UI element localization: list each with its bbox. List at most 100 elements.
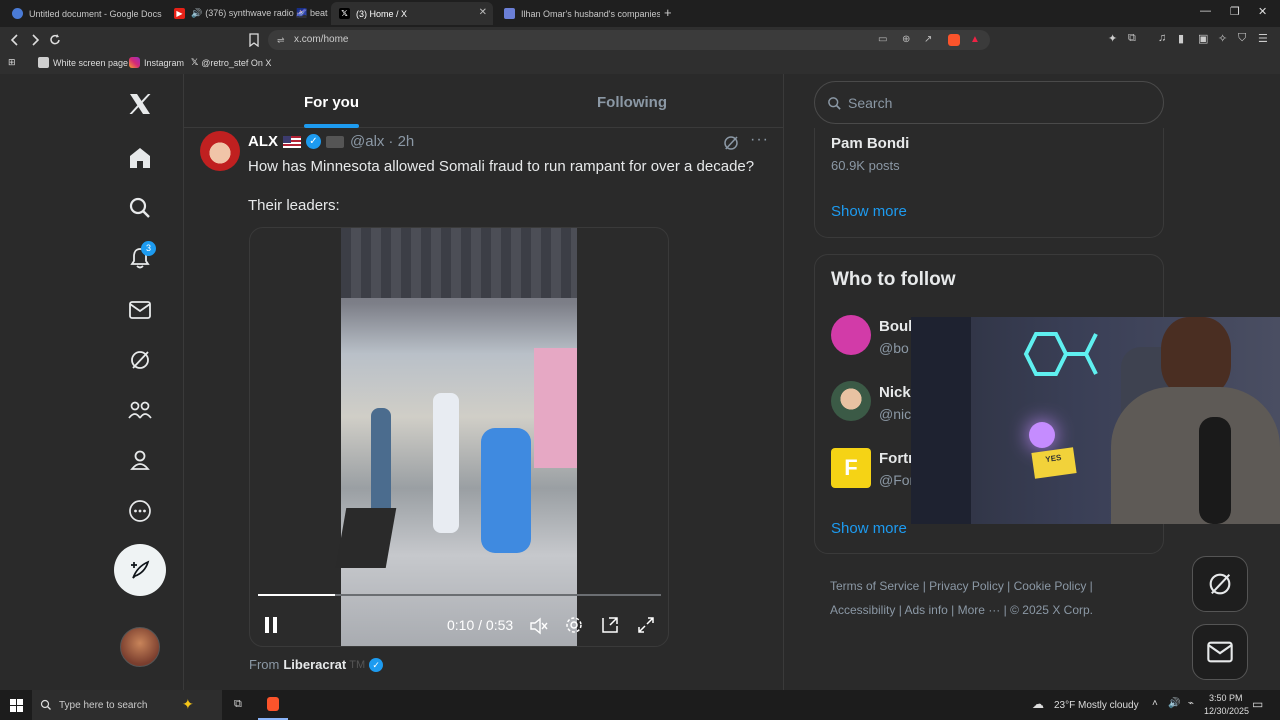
address-bar-row: ⇌ x.com/home ▭ ⊕ ↗ ▲ ✦ ⧉ ♫ ▮ ▣ ✧ ⛉ ☰ — [0, 27, 1280, 53]
post-button[interactable] — [114, 544, 166, 596]
show-more-trends-link[interactable]: Show more — [831, 203, 907, 220]
share-icon[interactable]: ↗ — [924, 30, 932, 50]
fortnite-avatar[interactable]: F — [831, 448, 871, 488]
network-icon[interactable]: ⌁ — [1188, 698, 1194, 709]
zoom-icon[interactable]: ⊕ — [902, 30, 910, 50]
more-icon[interactable]: ··· — [750, 131, 769, 149]
fullscreen-icon[interactable] — [637, 616, 655, 634]
grok-floating-button[interactable] — [1192, 556, 1248, 612]
grok-icon[interactable] — [124, 344, 156, 376]
bookmark-retro-stef[interactable]: 𝕏 @retro_stef On X — [191, 57, 271, 68]
apps-grid-icon[interactable]: ⊞ — [8, 57, 16, 68]
footer-accessibility-link[interactable]: Accessibility — [830, 603, 895, 617]
show-more-follow-link[interactable]: Show more — [831, 520, 907, 537]
video-player[interactable]: 0:10 / 0:53 — [249, 227, 669, 647]
bookmark-icon[interactable] — [248, 33, 260, 47]
x-logo-icon[interactable] — [124, 88, 156, 120]
brave-shields-icon[interactable] — [948, 34, 960, 46]
weather-temp[interactable]: 23°F — [1054, 700, 1075, 711]
source-account[interactable]: Liberacrat — [283, 657, 346, 672]
trademark-label: TM — [349, 658, 366, 671]
mute-icon[interactable] — [529, 617, 549, 635]
settings-icon[interactable] — [565, 616, 583, 634]
footer-terms-link[interactable]: Terms of Service — [830, 579, 919, 593]
tab-ilhan-omar[interactable]: Ilhan Omar's husband's companies s — [496, 2, 660, 25]
weather-text[interactable]: Mostly cloudy — [1078, 700, 1139, 711]
trend-name[interactable]: Pam Bondi — [831, 135, 909, 152]
close-window-icon[interactable]: ✕ — [1258, 5, 1267, 18]
messages-icon[interactable] — [124, 294, 156, 326]
cast-icon[interactable]: ▭ — [878, 30, 887, 50]
weather-icon[interactable]: ☁ — [1032, 697, 1044, 711]
clock-date[interactable]: 12/30/2025 — [1204, 706, 1249, 716]
new-tab-button[interactable]: + — [664, 5, 672, 20]
post-time[interactable]: · 2h — [388, 133, 414, 150]
media-icon[interactable]: ♫ — [1158, 32, 1166, 44]
profile-icon[interactable] — [124, 444, 156, 476]
brave-rewards-icon[interactable]: ▲ — [970, 30, 980, 50]
picture-in-picture-icon[interactable] — [601, 616, 619, 634]
notification-center-icon[interactable]: ▭ — [1252, 697, 1263, 711]
post-text-line2: Their leaders: — [248, 197, 340, 214]
author-handle[interactable]: @alx — [350, 133, 384, 150]
screenshot-icon[interactable]: ⧉ — [1128, 32, 1136, 45]
bookmarks-bar: ⊞ White screen page Instagram 𝕏 @retro_st… — [0, 53, 1280, 74]
home-icon[interactable] — [124, 142, 156, 174]
footer-cookie-link[interactable]: Cookie Policy — [1014, 579, 1087, 593]
footer-privacy-link[interactable]: Privacy Policy — [929, 579, 1004, 593]
follow-avatar[interactable] — [831, 381, 871, 421]
taskbar-brave-app[interactable] — [258, 690, 288, 720]
pause-icon[interactable] — [263, 616, 281, 634]
wallet-icon[interactable]: ▣ — [1198, 32, 1208, 45]
active-tab-indicator — [304, 124, 359, 128]
leo-ai-icon[interactable]: ✧ — [1218, 32, 1227, 45]
tab-following[interactable]: Following — [597, 94, 667, 111]
bookmark-white-screen[interactable]: White screen page — [38, 57, 128, 68]
grok-icon[interactable] — [722, 134, 740, 152]
communities-icon[interactable] — [124, 394, 156, 426]
author-avatar[interactable] — [200, 131, 240, 171]
clock-time[interactable]: 3:50 PM — [1209, 693, 1243, 703]
tab-google-docs[interactable]: Untitled document - Google Docs — [4, 2, 164, 25]
search-icon[interactable] — [124, 192, 156, 224]
taskbar-search-box[interactable]: Type here to search ✦ — [32, 690, 222, 720]
account-avatar[interactable] — [120, 627, 160, 667]
url-field[interactable]: ⇌ x.com/home ▭ ⊕ ↗ ▲ — [268, 30, 990, 50]
sidebar-icon[interactable]: ▮ — [1178, 32, 1184, 45]
follow-name[interactable]: Nick — [879, 384, 911, 401]
restore-icon[interactable]: ❐ — [1230, 5, 1240, 18]
tab-for-you[interactable]: For you — [304, 94, 359, 111]
windows-taskbar: Type here to search ✦ ⧉ ☁ 23°F Mostly cl… — [0, 690, 1280, 720]
person-figure — [481, 428, 531, 553]
notifications-icon[interactable]: 3 — [124, 241, 156, 274]
x-logo-icon: 𝕏 — [339, 8, 350, 19]
extensions-icon[interactable]: ✦ — [1108, 32, 1117, 45]
main-feed: For you Following ALX ✓ @alx · 2h ··· Ho… — [184, 74, 784, 690]
site-info-icon[interactable]: ⇌ — [277, 30, 285, 50]
windows-start-icon[interactable] — [10, 699, 23, 712]
back-icon[interactable] — [8, 33, 22, 47]
messages-floating-button[interactable] — [1192, 624, 1248, 680]
tab-youtube[interactable]: ▶ 🔊 (376) synthwave radio 🌌 beats to — [166, 2, 328, 25]
follow-avatar[interactable] — [831, 315, 871, 355]
vpn-icon[interactable]: ⛉ — [1238, 32, 1246, 45]
more-options-icon[interactable] — [124, 495, 156, 527]
show-hidden-icons-icon[interactable]: ˄ — [1152, 698, 1158, 709]
volume-icon[interactable]: 🔊 — [1168, 698, 1180, 709]
menu-icon[interactable]: ☰ — [1258, 32, 1268, 45]
footer-more-link[interactable]: More ··· — [958, 603, 1001, 617]
search-input[interactable]: Search — [814, 81, 1164, 124]
reload-icon[interactable] — [48, 33, 62, 47]
forward-icon[interactable] — [28, 33, 42, 47]
minimize-icon[interactable]: — — [1200, 5, 1211, 17]
tab-x-home[interactable]: 𝕏 (3) Home / X ✕ — [331, 2, 493, 25]
task-view-icon[interactable]: ⧉ — [234, 698, 242, 711]
post[interactable]: ALX ✓ @alx · 2h ··· How has Minnesota al… — [184, 129, 784, 690]
footer-ads-link[interactable]: Ads info — [904, 603, 947, 617]
close-tab-icon[interactable]: ✕ — [479, 7, 487, 18]
sign-prop: YES — [1031, 447, 1077, 479]
youtube-icon: ▶ — [174, 8, 185, 19]
author-name[interactable]: ALX — [248, 133, 278, 150]
video-source: From Liberacrat TM ✓ — [249, 657, 384, 672]
bookmark-instagram[interactable]: Instagram — [129, 57, 184, 68]
